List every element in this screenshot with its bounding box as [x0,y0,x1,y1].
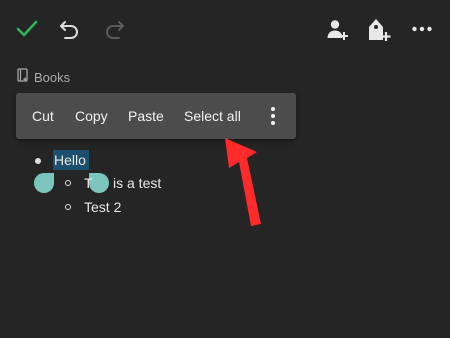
add-tag-icon[interactable] [366,16,392,44]
add-person-icon[interactable] [326,18,350,42]
notebook-icon [17,67,29,87]
top-toolbar [0,0,450,60]
breadcrumb-notebook-label: Books [34,69,71,85]
breadcrumb[interactable]: Books [17,67,71,87]
sub-bullet-marker [65,180,71,186]
undo-icon[interactable] [58,19,82,41]
selection-start-handle[interactable] [34,173,54,193]
list-item-test-2[interactable]: Test 2 [84,199,121,215]
sub-bullet-marker [65,204,71,210]
bullet-marker [35,158,41,164]
annotation-arrow-icon [215,128,275,233]
redo-icon[interactable] [102,19,126,41]
copy-button[interactable]: Copy [75,93,108,139]
list-item-text-rest[interactable]: is a test [113,175,161,191]
list-item-text-start[interactable]: T [84,175,93,191]
cut-button[interactable]: Cut [32,93,54,139]
paste-button[interactable]: Paste [128,93,164,139]
more-horizontal-icon[interactable] [411,18,433,40]
more-vertical-icon[interactable] [264,105,282,127]
list-item-hello[interactable]: Hello [54,152,86,168]
checkmark-icon[interactable] [16,19,38,39]
